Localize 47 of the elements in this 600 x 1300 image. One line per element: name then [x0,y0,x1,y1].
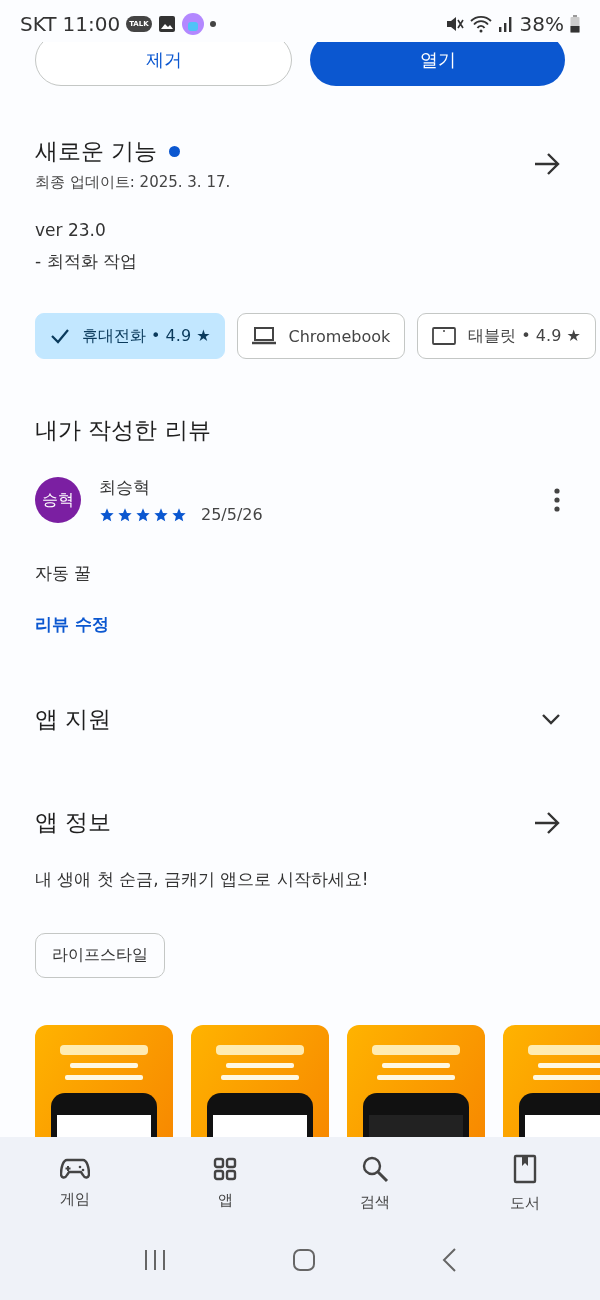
apps-grid-icon [213,1157,237,1181]
nav-tab[interactable]: 도서 [450,1153,600,1214]
app-notification-icon [181,13,204,35]
section-title: 새로운 기능 [35,137,158,166]
review-text: 자동 꿀 [35,562,93,585]
section-title: 내가 작성한 리뷰 [35,416,212,445]
app-description: 내 생애 첫 순금, 금캐기 앱으로 시작하세요! [35,868,370,891]
reviewer-name: 최승혁 [99,476,151,499]
laptop-icon [252,327,277,345]
battery-percent: 38% [519,12,564,36]
arrow-right-icon[interactable] [534,811,560,834]
check-icon [50,328,70,344]
category-tag[interactable]: 라이프스타일 [35,933,165,978]
nav-tab[interactable]: 앱 [150,1156,300,1211]
edit-review-link[interactable]: 리뷰 수정 [35,614,109,634]
book-icon [513,1154,537,1184]
battery-icon [570,15,580,33]
uninstall-button[interactable]: 제거 [35,42,292,86]
device-filter-chip[interactable]: 태블릿 • 4.9 ★ [417,313,596,359]
device-filter-chip[interactable]: Chromebook [237,313,406,359]
more-icon[interactable] [554,488,560,512]
home-icon[interactable] [292,1248,316,1272]
gamepad-icon [60,1158,90,1180]
device-filter-chip[interactable]: 휴대전화 • 4.9 ★ [35,313,226,359]
mute-icon [445,15,464,33]
section-title: 앱 지원 [35,705,113,734]
arrow-right-icon[interactable] [534,153,560,175]
signal-icon [497,15,514,33]
image-icon [157,15,176,33]
review-date: 25/5/26 [201,505,263,524]
nav-tab[interactable]: 게임 [0,1157,150,1210]
dot-icon [209,21,216,27]
open-button[interactable]: 열기 [310,42,565,86]
section-title: 앱 정보 [35,808,113,837]
back-icon[interactable] [441,1247,458,1273]
wifi-icon [469,15,492,33]
carrier: SKT [20,12,57,36]
release-note: ver 23.0 [35,220,107,240]
recent-apps-icon[interactable] [142,1248,167,1272]
search-icon [361,1155,389,1183]
release-note: - 최적화 작업 [35,250,138,273]
avatar: 승혁 [35,477,81,523]
update-date: 최종 업데이트: 2025. 3. 17. [35,173,232,192]
chevron-down-icon[interactable] [542,714,560,725]
clock: 11:00 [62,12,121,36]
nav-tab[interactable]: 검색 [300,1154,450,1213]
tablet-icon [432,327,457,345]
